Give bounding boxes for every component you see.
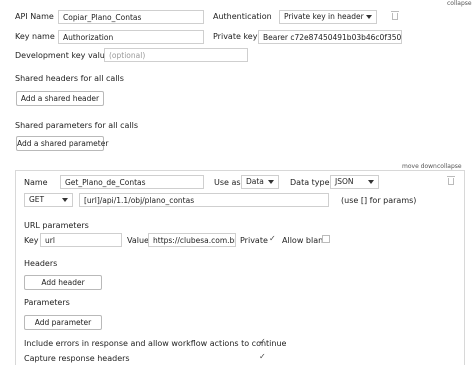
trash-icon[interactable] bbox=[447, 176, 455, 185]
call-name-label: Name bbox=[24, 178, 48, 187]
data-type-label: Data type bbox=[290, 178, 330, 187]
data-type-select[interactable]: JSON bbox=[330, 175, 379, 189]
capture-headers-checkmark-icon[interactable]: ✓ bbox=[259, 352, 266, 361]
call-name-input[interactable]: Get_Plano_de_Contas bbox=[60, 175, 204, 189]
dev-key-label: Development key value bbox=[15, 51, 110, 60]
url-params-label: URL parameters bbox=[24, 221, 89, 230]
param-value-input[interactable]: https://clubesa.com.br/ve bbox=[148, 233, 236, 247]
authentication-select[interactable]: Private key in header bbox=[279, 10, 377, 24]
authentication-label: Authentication bbox=[213, 12, 272, 21]
param-value-label: Value bbox=[127, 236, 149, 245]
allow-blank-checkbox[interactable] bbox=[322, 235, 330, 243]
shared-headers-label: Shared headers for all calls bbox=[15, 74, 124, 83]
dev-key-input[interactable]: (optional) bbox=[104, 48, 248, 62]
url-input[interactable]: [url]/api/1.1/obj/plano_contas bbox=[79, 193, 329, 207]
call-collapse-link[interactable]: collapse bbox=[437, 163, 462, 170]
add-header-button[interactable]: Add header bbox=[24, 275, 102, 290]
data-type-value: JSON bbox=[335, 177, 354, 186]
headers-label: Headers bbox=[24, 259, 58, 268]
key-name-label: Key name bbox=[15, 32, 55, 41]
include-errors-label: Include errors in response and allow wor… bbox=[24, 339, 287, 348]
shared-params-label: Shared parameters for all calls bbox=[15, 121, 138, 130]
chevron-down-icon bbox=[368, 180, 374, 184]
add-shared-parameter-button[interactable]: Add a shared parameter bbox=[16, 136, 108, 151]
chevron-down-icon bbox=[268, 180, 274, 184]
private-label: Private bbox=[240, 236, 268, 245]
method-value: GET bbox=[29, 195, 45, 204]
move-down-link[interactable]: move down bbox=[402, 163, 437, 170]
chevron-down-icon bbox=[62, 198, 68, 202]
trash-icon[interactable] bbox=[391, 11, 399, 20]
authentication-value: Private key in header bbox=[284, 12, 364, 21]
parameters-label: Parameters bbox=[24, 298, 70, 307]
add-parameter-button[interactable]: Add parameter bbox=[24, 315, 102, 330]
api-name-label: API Name bbox=[15, 12, 54, 21]
api-name-input[interactable]: Copiar_Plano_Contas bbox=[58, 10, 204, 24]
key-name-input[interactable]: Authorization bbox=[58, 30, 204, 44]
add-shared-header-button[interactable]: Add a shared header bbox=[16, 91, 104, 106]
chevron-down-icon bbox=[366, 15, 372, 19]
capture-headers-label: Capture response headers bbox=[24, 354, 130, 363]
param-key-input[interactable]: url bbox=[40, 233, 122, 247]
include-errors-checkmark-icon[interactable]: ✓ bbox=[259, 337, 266, 346]
use-as-value: Data bbox=[246, 177, 264, 186]
private-key-label: Private key bbox=[213, 32, 258, 41]
allow-blank-label: Allow blank bbox=[282, 236, 328, 245]
collapse-link[interactable]: collapse bbox=[447, 0, 472, 7]
private-checkmark-icon[interactable]: ✓ bbox=[269, 234, 276, 243]
url-hint: (use [] for params) bbox=[341, 196, 417, 205]
use-as-label: Use as bbox=[214, 178, 241, 187]
method-select[interactable]: GET bbox=[24, 193, 73, 207]
private-key-input[interactable]: Bearer c72e87450491b03b46c0f3507df6f2 bbox=[258, 30, 402, 44]
use-as-select[interactable]: Data bbox=[241, 175, 279, 189]
param-key-label: Key bbox=[24, 236, 39, 245]
